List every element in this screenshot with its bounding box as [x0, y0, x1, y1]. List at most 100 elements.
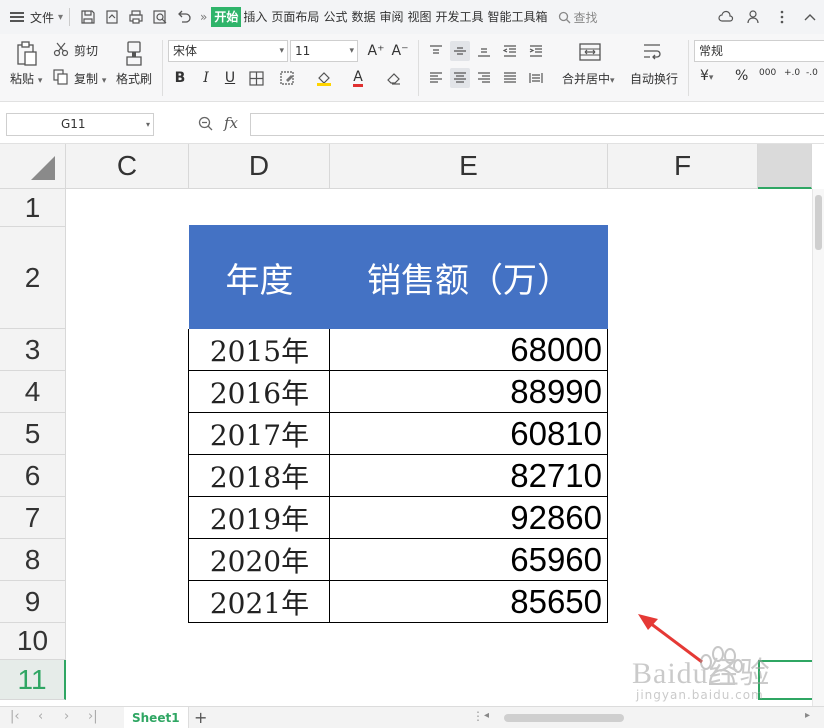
row-header-4[interactable]: 4	[0, 371, 66, 413]
cut-button[interactable]: 剪切	[74, 42, 98, 59]
cell-year[interactable]: 2019年	[188, 497, 330, 539]
underline-button[interactable]: U	[220, 68, 240, 88]
cell-year[interactable]: 2015年	[188, 329, 330, 371]
font-name-select[interactable]: 宋体 ▾	[168, 40, 288, 62]
thousands-separator-button[interactable]: 000	[759, 68, 776, 78]
format-painter-button[interactable]: 格式刷	[116, 70, 152, 87]
currency-button[interactable]: ¥▾	[700, 68, 713, 84]
table-header-year[interactable]: 年度	[189, 225, 330, 329]
format-painter-icon[interactable]	[122, 40, 146, 68]
collapse-ribbon-icon[interactable]	[801, 8, 819, 26]
formula-input[interactable]	[250, 113, 824, 136]
print-icon[interactable]	[127, 8, 145, 26]
file-menu-chevron-icon[interactable]: ▾	[58, 12, 63, 23]
merge-center-button[interactable]: 合并居中▾	[562, 70, 615, 87]
distributed-align-icon[interactable]	[526, 68, 546, 88]
vertical-scrollbar[interactable]	[812, 189, 824, 706]
align-bottom-icon[interactable]	[474, 41, 494, 61]
grow-font-button[interactable]: A⁺	[366, 41, 386, 61]
increase-indent-icon[interactable]	[526, 41, 546, 61]
scrollbar-thumb[interactable]	[815, 195, 822, 250]
next-sheet-icon[interactable]: ›	[64, 709, 69, 724]
borders-icon[interactable]	[246, 68, 266, 88]
row-header-9[interactable]: 9	[0, 581, 66, 623]
spreadsheet-grid[interactable]: C D E F 1 2 3 4 5 6 7 8 9 10 11 年度 销售额（万…	[0, 144, 824, 706]
row-header-11[interactable]: 11	[0, 660, 66, 700]
row-header-7[interactable]: 7	[0, 497, 66, 539]
zoom-icon[interactable]	[198, 116, 214, 136]
cell-sales[interactable]: 88990	[329, 371, 608, 413]
scrollbar-thumb[interactable]	[504, 714, 624, 722]
wrap-text-icon[interactable]	[640, 40, 664, 64]
merge-center-icon[interactable]	[578, 40, 602, 64]
cell-sales[interactable]: 82710	[329, 455, 608, 497]
column-header-d[interactable]: D	[189, 144, 330, 189]
cell-year[interactable]: 2020年	[188, 539, 330, 581]
first-sheet-icon[interactable]: |‹	[10, 709, 20, 724]
cell-sales[interactable]: 68000	[329, 329, 608, 371]
cell-style-icon[interactable]	[278, 68, 298, 88]
tab-smart-toolbox[interactable]: 智能工具箱	[486, 7, 550, 27]
more-quick-access-icon[interactable]: »	[200, 10, 207, 24]
font-color-icon[interactable]: A	[348, 68, 368, 88]
decrease-indent-icon[interactable]	[500, 41, 520, 61]
column-header-e[interactable]: E	[330, 144, 608, 189]
save-icon[interactable]	[79, 8, 97, 26]
align-center-icon[interactable]	[450, 68, 470, 88]
cell-year[interactable]: 2021年	[188, 581, 330, 623]
increase-decimal-button[interactable]: +.0	[784, 68, 800, 78]
undo-icon[interactable]	[175, 8, 193, 26]
column-header-c[interactable]: C	[66, 144, 189, 189]
tab-data[interactable]: 数据	[349, 7, 377, 27]
align-middle-icon[interactable]	[450, 41, 470, 61]
export-pdf-icon[interactable]	[103, 8, 121, 26]
percent-button[interactable]: %	[735, 68, 748, 84]
tab-view[interactable]: 视图	[405, 7, 433, 27]
column-header-f[interactable]: F	[608, 144, 758, 189]
row-header-8[interactable]: 8	[0, 539, 66, 581]
row-header-1[interactable]: 1	[0, 189, 66, 227]
cell-sales[interactable]: 85650	[329, 581, 608, 623]
number-format-select[interactable]: 常规	[694, 40, 824, 62]
copy-icon[interactable]	[52, 68, 70, 86]
paste-button[interactable]: 粘贴 ▾	[10, 70, 42, 87]
cut-icon[interactable]	[52, 40, 70, 58]
tab-developer[interactable]: 开发工具	[434, 7, 486, 27]
share-user-icon[interactable]	[745, 8, 763, 26]
more-options-icon[interactable]	[773, 8, 791, 26]
cloud-sync-icon[interactable]	[717, 8, 735, 26]
scroll-left-icon[interactable]: ◂	[484, 710, 489, 721]
shrink-font-button[interactable]: A⁻	[390, 41, 410, 61]
last-sheet-icon[interactable]: ›|	[88, 709, 98, 724]
copy-button[interactable]: 复制 ▾	[74, 70, 106, 87]
row-header-2[interactable]: 2	[0, 227, 66, 329]
table-header-sales[interactable]: 销售额（万）	[330, 225, 608, 329]
row-header-10[interactable]: 10	[0, 623, 66, 660]
search-box[interactable]: 查找	[558, 9, 598, 26]
cell-sales[interactable]: 92860	[329, 497, 608, 539]
cell-sales[interactable]: 60810	[329, 413, 608, 455]
cell-year[interactable]: 2016年	[188, 371, 330, 413]
row-header-6[interactable]: 6	[0, 455, 66, 497]
prev-sheet-icon[interactable]: ‹	[38, 709, 43, 724]
paste-icon[interactable]	[14, 40, 40, 68]
scroll-right-icon[interactable]: ▸	[805, 710, 810, 721]
name-box[interactable]: G11 ▾	[6, 113, 154, 136]
clear-format-icon[interactable]	[384, 68, 404, 88]
hamburger-menu-icon[interactable]	[10, 12, 24, 22]
file-menu[interactable]: 文件	[30, 9, 54, 26]
horizontal-scrollbar[interactable]: ◂ ▸	[482, 710, 812, 725]
add-sheet-button[interactable]: +	[194, 707, 207, 728]
bold-button[interactable]: B	[170, 68, 190, 88]
fill-color-icon[interactable]	[314, 68, 334, 88]
cell-year[interactable]: 2018年	[188, 455, 330, 497]
tab-formulas[interactable]: 公式	[321, 7, 349, 27]
tab-page-layout[interactable]: 页面布局	[269, 7, 321, 27]
column-header-g[interactable]	[758, 144, 812, 189]
align-right-icon[interactable]	[474, 68, 494, 88]
tab-insert[interactable]: 插入	[241, 7, 269, 27]
print-preview-icon[interactable]	[151, 8, 169, 26]
cell-sales[interactable]: 65960	[329, 539, 608, 581]
align-top-icon[interactable]	[426, 41, 446, 61]
font-size-select[interactable]: 11 ▾	[290, 40, 358, 62]
